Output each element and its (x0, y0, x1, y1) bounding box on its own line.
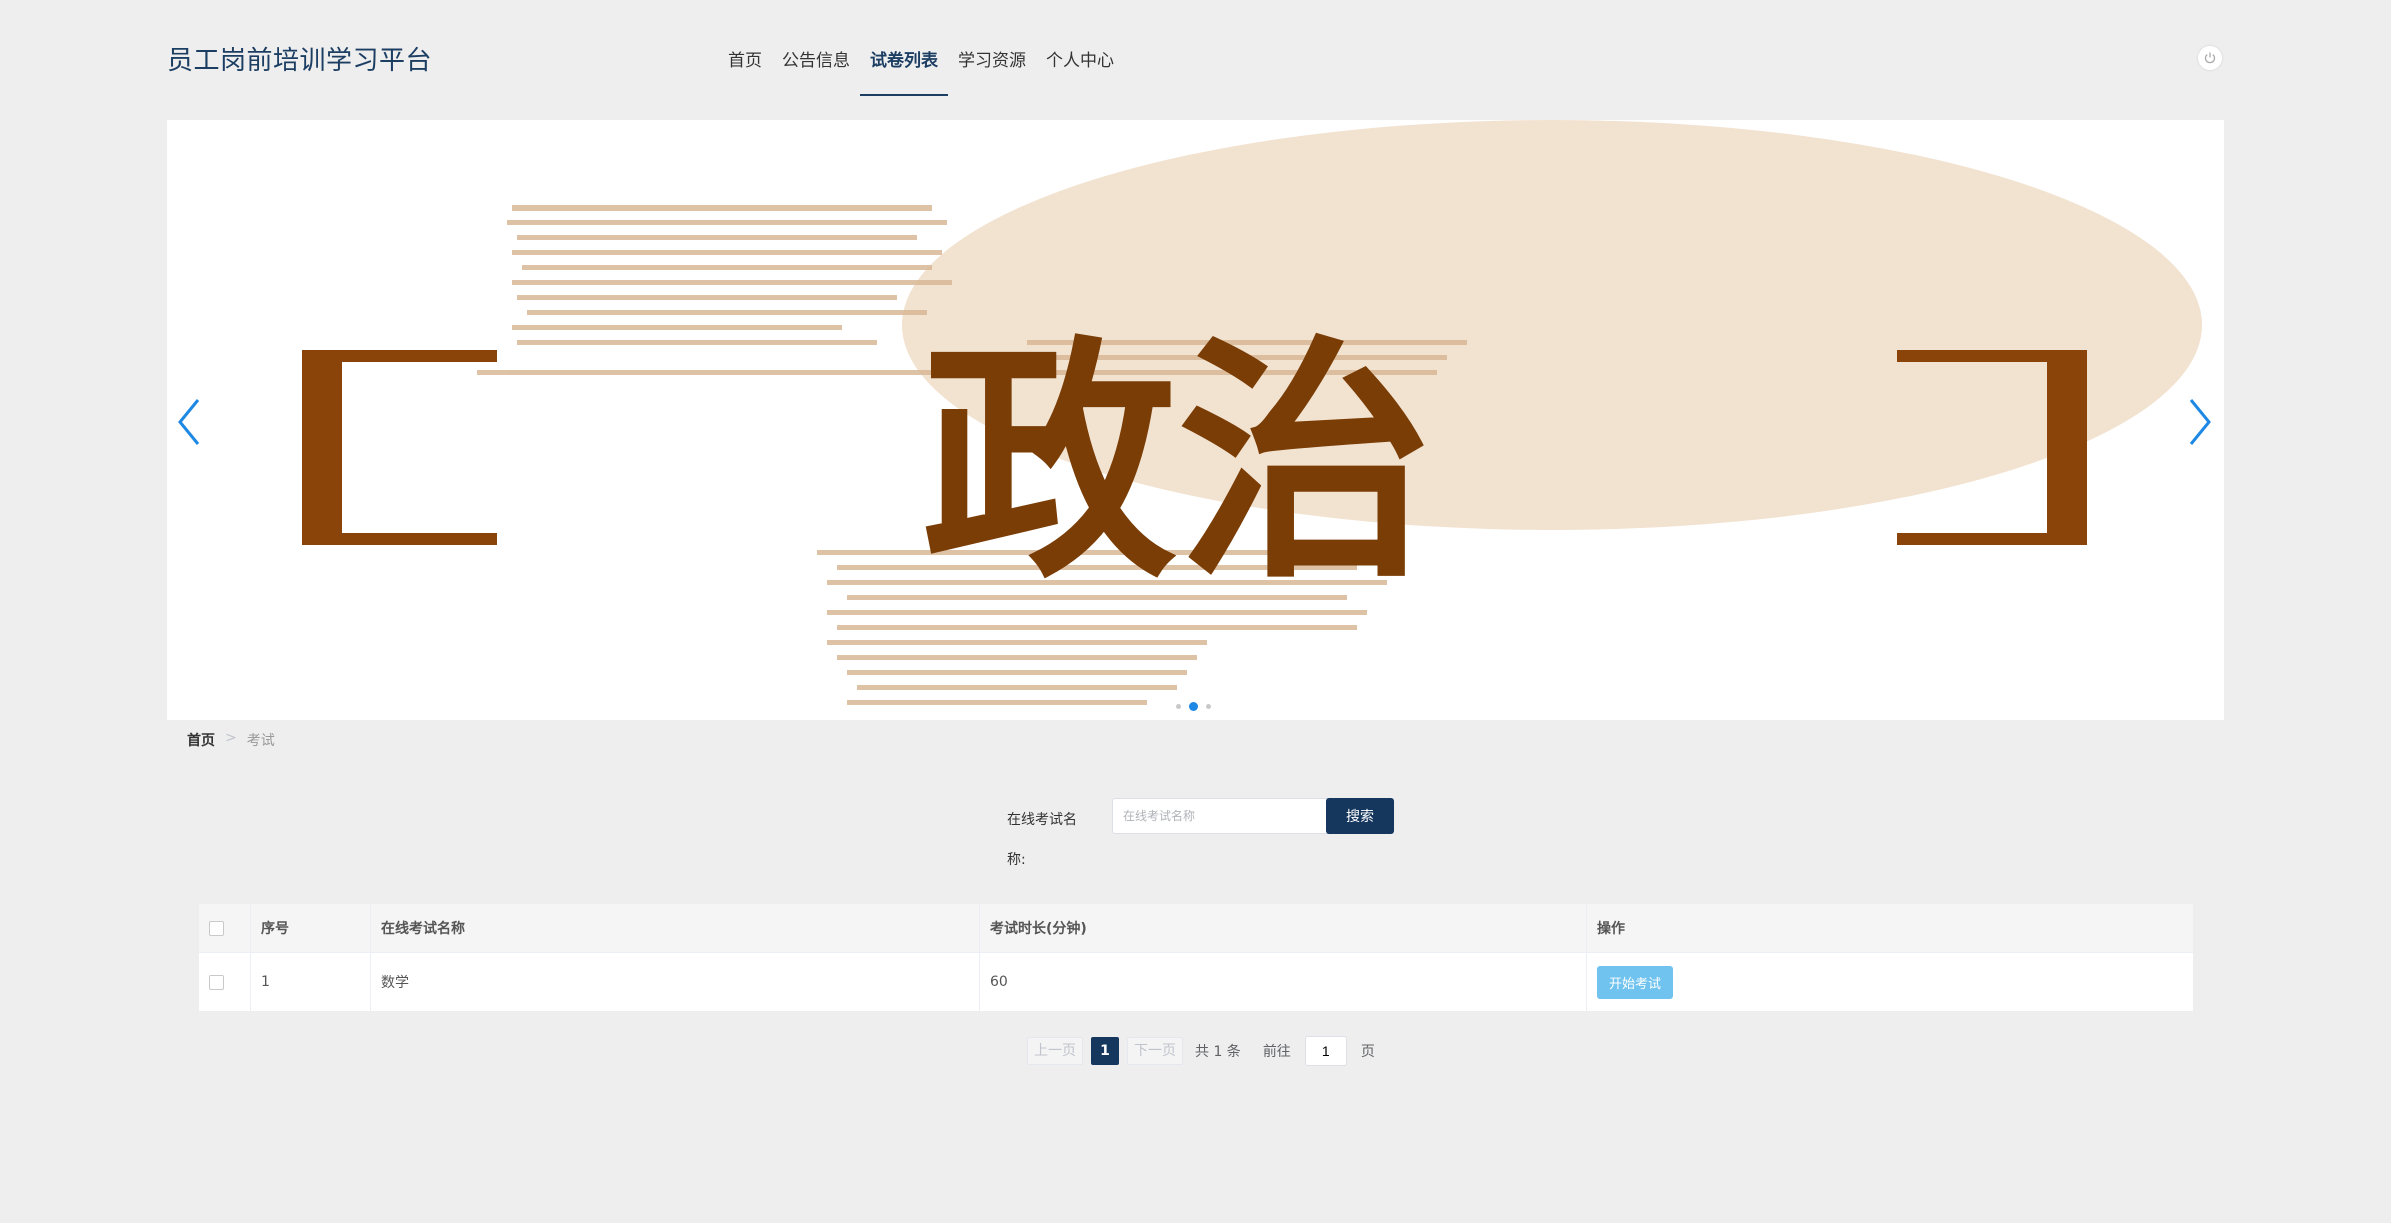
site-title: 员工岗前培训学习平台 (167, 46, 433, 76)
nav-personal-center[interactable]: 个人中心 (1036, 0, 1124, 96)
next-page-button[interactable]: 下一页 (1127, 1037, 1183, 1065)
breadcrumb-separator: > (225, 730, 237, 746)
carousel-prev-arrow[interactable] (174, 392, 204, 452)
cell-exam-name: 数学 (370, 952, 980, 1011)
banner-image: 政治 (167, 120, 2224, 720)
nav-announcements[interactable]: 公告信息 (772, 0, 860, 96)
main-nav: 首页 公告信息 试卷列表 学习资源 个人中心 (718, 0, 1124, 96)
row-checkbox[interactable] (209, 974, 224, 990)
col-header-actions: 操作 (1586, 904, 2193, 953)
nav-learning-resources[interactable]: 学习资源 (948, 0, 1036, 96)
search-input[interactable] (1112, 798, 1336, 834)
goto-page-input[interactable] (1304, 1036, 1347, 1066)
svg-text:政治: 政治 (922, 314, 1432, 613)
cell-index: 1 (250, 952, 371, 1011)
col-header-exam-name: 在线考试名称 (370, 904, 980, 953)
select-all-checkbox[interactable] (209, 920, 224, 936)
goto-label: 前往 (1262, 1044, 1291, 1060)
col-header-duration: 考试时长(分钟) (979, 904, 1587, 953)
cell-duration: 60 (979, 952, 1587, 1011)
table-row: 1 数学 60 开始考试 (199, 952, 2193, 1011)
pagination: 上一页 1 下一页 共 1 条 前往 页 (1027, 1036, 1375, 1066)
search-button[interactable]: 搜索 (1326, 798, 1394, 834)
table-header-row: 序号 在线考试名称 考试时长(分钟) 操作 (199, 904, 2193, 953)
logout-button[interactable] (2198, 46, 2222, 70)
total-count: 共 1 条 (1195, 1044, 1241, 1060)
search-label: 在线考试名称: (1007, 812, 1077, 868)
carousel-dot-active[interactable] (1189, 702, 1198, 711)
exam-table: 序号 在线考试名称 考试时长(分钟) 操作 1 数学 60 开始考试 (199, 904, 2193, 1011)
nav-exam-list[interactable]: 试卷列表 (860, 0, 948, 96)
carousel-dot[interactable] (1206, 704, 1211, 709)
power-icon (2204, 52, 2216, 64)
page-unit-label: 页 (1360, 1044, 1375, 1060)
page-number-active[interactable]: 1 (1091, 1037, 1119, 1065)
col-header-index: 序号 (250, 904, 371, 953)
breadcrumb-current: 考试 (246, 733, 275, 749)
breadcrumb: 首页 > 考试 (187, 730, 275, 750)
breadcrumb-home[interactable]: 首页 (187, 730, 215, 750)
prev-page-button[interactable]: 上一页 (1027, 1037, 1083, 1065)
nav-home[interactable]: 首页 (718, 0, 772, 96)
banner-carousel: 政治 (167, 120, 2224, 720)
carousel-indicators (1176, 702, 1211, 711)
start-exam-button[interactable]: 开始考试 (1597, 965, 1674, 999)
carousel-next-arrow[interactable] (2185, 392, 2215, 452)
carousel-dot[interactable] (1176, 704, 1181, 709)
